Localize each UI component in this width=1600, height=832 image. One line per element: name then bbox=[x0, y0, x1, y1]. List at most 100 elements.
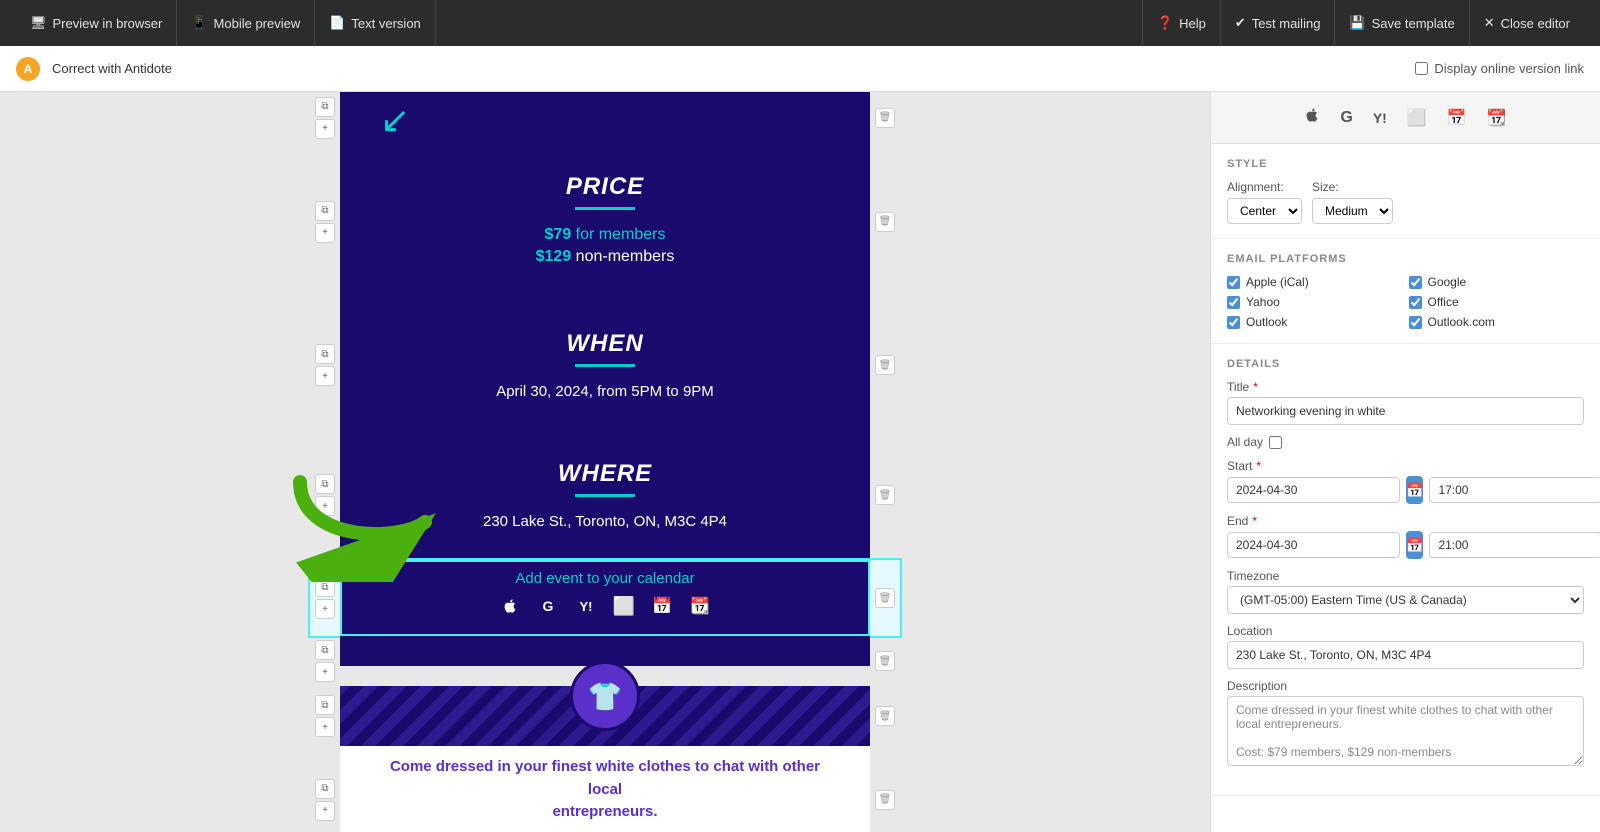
calendar-block: Add event to your calendar G Y! ⬜ 📅 📆 bbox=[340, 560, 870, 636]
price-underline bbox=[575, 207, 635, 210]
row-controls-left-arrow: ⧉ + bbox=[310, 92, 340, 143]
row-controls-left-spacer: ⧉ + bbox=[310, 636, 340, 686]
end-time-input[interactable] bbox=[1429, 532, 1600, 558]
timezone-label: Timezone bbox=[1227, 569, 1584, 583]
copy-btn-when[interactable]: ⧉ bbox=[315, 344, 335, 364]
preview-browser-btn[interactable]: 🖥 Preview in browser bbox=[16, 0, 177, 46]
google-platform-icon[interactable]: G bbox=[1336, 105, 1356, 131]
start-field: Start* 📅 bbox=[1227, 459, 1584, 504]
office-platform-icon[interactable]: ⬜ bbox=[1403, 104, 1431, 132]
row-controls-left-where: ⧉ + bbox=[310, 430, 340, 560]
row-controls-left-price: ⧉ + bbox=[310, 143, 340, 300]
size-label: Size: bbox=[1312, 180, 1393, 194]
delete-btn-where[interactable]: 🗑 bbox=[875, 485, 895, 505]
copy-btn-cal[interactable]: ⧉ bbox=[315, 577, 335, 597]
delete-btn-spacer[interactable]: 🗑 bbox=[875, 651, 895, 671]
end-field: End* 📅 bbox=[1227, 514, 1584, 559]
main-area: ⧉ + ↙ 🗑 ⧉ + bbox=[0, 92, 1600, 832]
delete-btn-bottom[interactable]: 🗑 bbox=[875, 790, 895, 810]
delete-btn-arrow[interactable]: 🗑 bbox=[875, 108, 895, 128]
copy-btn-spacer[interactable]: ⧉ bbox=[315, 640, 335, 660]
office-cal-icon[interactable]: ⬜ bbox=[610, 592, 638, 620]
add-btn-stripe[interactable]: + bbox=[315, 717, 335, 737]
row-controls-right-spacer: 🗑 bbox=[870, 636, 900, 686]
platform-yahoo-label: Yahoo bbox=[1246, 295, 1280, 309]
platform-outlook: Outlook bbox=[1227, 315, 1403, 329]
antidote-label[interactable]: Correct with Antidote bbox=[52, 61, 172, 76]
add-btn-where[interactable]: + bbox=[315, 496, 335, 516]
alignment-select[interactable]: Center Left Right bbox=[1227, 198, 1302, 224]
start-time-input[interactable] bbox=[1429, 477, 1600, 503]
when-detail: April 30, 2024, from 5PM to 9PM bbox=[380, 383, 830, 400]
copy-btn-where[interactable]: ⧉ bbox=[315, 474, 335, 494]
platform-outlookcom-checkbox[interactable] bbox=[1409, 316, 1422, 329]
platform-yahoo-checkbox[interactable] bbox=[1227, 296, 1240, 309]
exchange-platform-icon[interactable]: 📅 bbox=[1443, 104, 1471, 132]
save-template-btn[interactable]: 💾 Save template bbox=[1334, 0, 1468, 46]
platform-google-checkbox[interactable] bbox=[1409, 276, 1422, 289]
yahoo-platform-icon[interactable]: Y! bbox=[1369, 106, 1391, 130]
allday-row: All day bbox=[1227, 435, 1584, 449]
preview-browser-label: Preview in browser bbox=[53, 16, 163, 31]
description-textarea[interactable] bbox=[1227, 696, 1584, 766]
bottom-text-highlight2: entrepreneurs. bbox=[552, 803, 657, 820]
when-underline bbox=[575, 364, 635, 367]
location-input[interactable] bbox=[1227, 641, 1584, 669]
add-calendar-link[interactable]: Add event to your calendar bbox=[515, 570, 694, 587]
platform-office-checkbox[interactable] bbox=[1409, 296, 1422, 309]
size-group: Size: Medium Small Large bbox=[1312, 180, 1393, 224]
test-mailing-label: Test mailing bbox=[1252, 16, 1321, 31]
end-datetime-row: 📅 bbox=[1227, 531, 1584, 559]
bottom-text: Come dressed in your finest white clothe… bbox=[380, 756, 830, 824]
platform-outlook-checkbox[interactable] bbox=[1227, 316, 1240, 329]
outlookcom-platform-icon[interactable]: 📆 bbox=[1483, 104, 1511, 132]
bottom-text-row: ⧉ + Come dressed in your finest white cl… bbox=[310, 746, 900, 832]
description-field: Description bbox=[1227, 679, 1584, 771]
end-date-picker-btn[interactable]: 📅 bbox=[1406, 531, 1423, 559]
display-online-label: Display online version link bbox=[1434, 61, 1584, 76]
add-btn-price[interactable]: + bbox=[315, 223, 335, 243]
copy-btn-bottom[interactable]: ⧉ bbox=[315, 779, 335, 799]
tshirt-circle: 👕 bbox=[570, 661, 640, 731]
delete-btn-stripe[interactable]: 🗑 bbox=[875, 706, 895, 726]
display-online-checkbox[interactable] bbox=[1415, 62, 1428, 75]
delete-btn-price[interactable]: 🗑 bbox=[875, 212, 895, 232]
platform-icons-header: G Y! ⬜ 📅 📆 bbox=[1211, 92, 1600, 144]
start-label: Start* bbox=[1227, 459, 1584, 473]
copy-btn-stripe[interactable]: ⧉ bbox=[315, 695, 335, 715]
timezone-select[interactable]: (GMT-05:00) Eastern Time (US & Canada) (… bbox=[1227, 586, 1584, 614]
add-btn-when[interactable]: + bbox=[315, 366, 335, 386]
add-btn-bottom[interactable]: + bbox=[315, 801, 335, 821]
start-date-picker-btn[interactable]: 📅 bbox=[1406, 476, 1423, 504]
exchange-cal-icon[interactable]: 📅 bbox=[648, 592, 676, 620]
size-select[interactable]: Medium Small Large bbox=[1312, 198, 1393, 224]
title-input[interactable] bbox=[1227, 397, 1584, 425]
copy-btn-price[interactable]: ⧉ bbox=[315, 201, 335, 221]
apple-platform-icon[interactable] bbox=[1300, 102, 1324, 133]
end-date-input[interactable] bbox=[1227, 532, 1400, 558]
delete-btn-when[interactable]: 🗑 bbox=[875, 355, 895, 375]
outlook-com-cal-icon[interactable]: 📆 bbox=[686, 592, 714, 620]
save-icon: 💾 bbox=[1349, 15, 1365, 31]
test-mailing-btn[interactable]: ✔ Test mailing bbox=[1220, 0, 1335, 46]
platform-apple-checkbox[interactable] bbox=[1227, 276, 1240, 289]
add-btn-cal[interactable]: + bbox=[315, 599, 335, 619]
start-date-input[interactable] bbox=[1227, 477, 1400, 503]
add-btn-arrow[interactable]: + bbox=[315, 119, 335, 139]
add-btn-spacer[interactable]: + bbox=[315, 662, 335, 682]
price-line2: $129 non-members bbox=[380, 248, 830, 266]
google-cal-icon[interactable]: G bbox=[534, 592, 562, 620]
copy-btn-arrow[interactable]: ⧉ bbox=[315, 97, 335, 117]
mobile-preview-btn[interactable]: 📱 Mobile preview bbox=[177, 0, 315, 46]
allday-checkbox[interactable] bbox=[1269, 436, 1282, 449]
yahoo-cal-icon[interactable]: Y! bbox=[572, 592, 600, 620]
toolbar-left: 🖥 Preview in browser 📱 Mobile preview 📄 … bbox=[16, 0, 436, 46]
description-label: Description bbox=[1227, 679, 1584, 693]
apple-cal-icon[interactable] bbox=[496, 592, 524, 620]
text-version-btn[interactable]: 📄 Text version bbox=[315, 0, 436, 46]
close-editor-btn[interactable]: ✕ Close editor bbox=[1469, 0, 1584, 46]
stripe-block: 👕 bbox=[340, 686, 870, 746]
help-btn[interactable]: ❓ Help bbox=[1142, 0, 1220, 46]
delete-btn-cal[interactable]: 🗑 bbox=[875, 588, 895, 608]
close-icon: ✕ bbox=[1484, 15, 1495, 31]
